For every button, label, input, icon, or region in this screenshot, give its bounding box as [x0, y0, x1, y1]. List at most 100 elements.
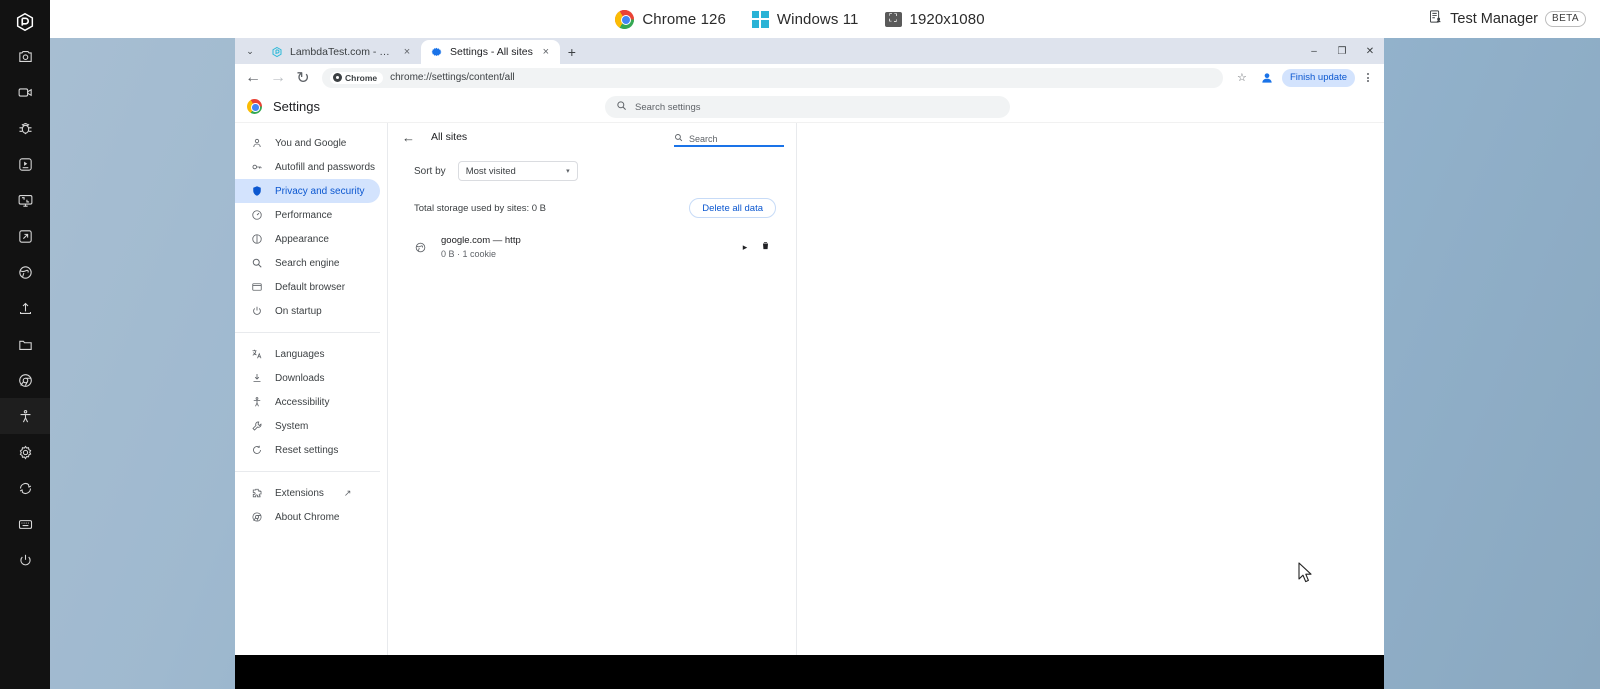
keyboard-icon[interactable] — [0, 506, 50, 542]
profile-avatar[interactable] — [1257, 68, 1277, 88]
env-resolution: 1920x1080 — [884, 11, 985, 28]
sidebar-item-privacy-and-security[interactable]: Privacy and security — [235, 179, 380, 203]
settings-search-placeholder: Search settings — [635, 101, 701, 113]
app-header: Chrome 126 Windows 11 1920x1080 Test Man… — [0, 0, 1600, 38]
site-search-input[interactable]: Search — [674, 133, 784, 147]
tab-lambdatest[interactable]: LambdaTest.com - Get Started × — [261, 40, 421, 64]
beta-badge: BETA — [1545, 10, 1586, 28]
translate-icon — [250, 348, 263, 360]
folder-icon[interactable] — [0, 326, 50, 362]
sidebar-item-default-browser[interactable]: Default browser — [235, 275, 380, 299]
power-icon[interactable] — [0, 542, 50, 578]
monitor-icon[interactable] — [0, 182, 50, 218]
globe-icon[interactable] — [0, 254, 50, 290]
sort-by-select[interactable]: Most visited ▾ — [457, 161, 578, 181]
delete-site-icon[interactable] — [754, 240, 776, 254]
window-controls: – ❐ ✕ — [1300, 38, 1384, 64]
palette-icon — [250, 233, 263, 245]
list-item[interactable]: google.com — http 0 B · 1 cookie ▸ — [388, 231, 796, 263]
accessibility-icon[interactable] — [0, 398, 50, 434]
screenshot-icon[interactable] — [0, 38, 50, 74]
settings-body: You and Google Autofill and passwords Pr… — [235, 123, 1384, 655]
tab-title: LambdaTest.com - Get Started — [290, 46, 394, 58]
sort-row: Sort by Most visited ▾ — [388, 151, 796, 181]
sidebar-item-label: About Chrome — [275, 511, 340, 523]
bug-icon[interactable] — [0, 110, 50, 146]
sidebar-item-accessibility[interactable]: Accessibility — [235, 390, 380, 414]
sidebar-item-reset-settings[interactable]: Reset settings — [235, 438, 380, 462]
sidebar-item-downloads[interactable]: Downloads — [235, 366, 380, 390]
chrome-chip-icon — [333, 73, 342, 82]
all-sites-title: All sites — [431, 131, 468, 143]
browser-window: ⌄ LambdaTest.com - Get Started × Setting… — [235, 38, 1384, 655]
sidebar-item-search-engine[interactable]: Search engine — [235, 251, 380, 275]
delete-all-data-button[interactable]: Delete all data — [689, 198, 776, 218]
finish-update-button[interactable]: Finish update — [1281, 68, 1355, 87]
video-record-icon[interactable] — [0, 74, 50, 110]
site-search-placeholder: Search — [689, 133, 718, 144]
close-icon[interactable]: × — [540, 46, 552, 58]
maximize-button[interactable]: ❐ — [1328, 38, 1356, 64]
sidebar-item-performance[interactable]: Performance — [235, 203, 380, 227]
sidebar-item-label: Downloads — [275, 372, 325, 384]
bookmark-star-icon[interactable]: ☆ — [1232, 68, 1252, 88]
sidebar-item-about-chrome[interactable]: About Chrome — [235, 505, 380, 529]
sidebar-item-extensions[interactable]: Extensions ↗ — [235, 481, 380, 505]
sidebar-item-on-startup[interactable]: On startup — [235, 299, 380, 323]
test-manager-entry[interactable]: Test Manager BETA — [1428, 0, 1586, 38]
site-detail: 0 B · 1 cookie — [441, 248, 497, 259]
external-link-icon[interactable] — [0, 218, 50, 254]
accessibility-icon — [250, 396, 263, 408]
search-icon — [616, 100, 627, 114]
browser-toolbar: ← → ↻ Chrome chrome://settings/content/a… — [235, 64, 1384, 91]
minimize-button[interactable]: – — [1300, 38, 1328, 64]
forward-icon[interactable]: → — [268, 68, 288, 88]
sidebar-item-label: Extensions — [275, 487, 324, 499]
chrome-browser-icon[interactable] — [0, 362, 50, 398]
tab-search-icon[interactable]: ⌄ — [239, 38, 261, 64]
sort-by-label: Sort by — [414, 165, 446, 177]
browser-menu-icon[interactable] — [1360, 73, 1376, 82]
back-arrow-icon[interactable]: ← — [402, 130, 418, 145]
address-bar[interactable]: Chrome chrome://settings/content/all — [322, 67, 1223, 88]
close-window-button[interactable]: ✕ — [1356, 38, 1384, 64]
sidebar-item-you-and-google[interactable]: You and Google — [235, 131, 380, 155]
puzzle-icon — [250, 487, 263, 499]
sidebar-item-appearance[interactable]: Appearance — [235, 227, 380, 251]
sidebar-item-autofill-and-passwords[interactable]: Autofill and passwords — [235, 155, 380, 179]
search-icon — [674, 133, 683, 144]
chrome-origin-chip: Chrome — [330, 71, 384, 84]
magnifier-icon — [250, 257, 263, 269]
chrome-circle-icon — [250, 511, 263, 523]
all-sites-header: ← All sites Search — [388, 123, 796, 151]
play-box-icon[interactable] — [0, 146, 50, 182]
storage-summary-row: Total storage used by sites: 0 B Delete … — [388, 181, 796, 218]
chrome-chip-label: Chrome — [345, 72, 378, 83]
new-tab-button[interactable]: + — [560, 40, 584, 64]
sidebar-item-system[interactable]: System — [235, 414, 380, 438]
close-icon[interactable]: × — [401, 46, 413, 58]
sidebar-item-label: Autofill and passwords — [275, 161, 376, 173]
shield-icon — [250, 185, 263, 197]
back-icon[interactable]: ← — [243, 68, 263, 88]
test-manager-label: Test Manager — [1450, 11, 1539, 27]
refresh-sync-icon[interactable] — [0, 470, 50, 506]
restore-icon — [250, 444, 263, 456]
upload-icon[interactable] — [0, 290, 50, 326]
site-name: google.com — http — [441, 234, 521, 246]
lambdatest-logo-icon[interactable] — [0, 6, 50, 38]
external-link-icon: ↗ — [343, 487, 352, 498]
expand-arrow-icon[interactable]: ▸ — [736, 242, 754, 253]
settings-sidebar: You and Google Autofill and passwords Pr… — [235, 123, 387, 655]
sidebar-item-label: Languages — [275, 348, 325, 360]
settings-gear-favicon — [431, 46, 443, 58]
reload-icon[interactable]: ↻ — [293, 68, 313, 88]
settings-search-box[interactable]: Search settings — [605, 96, 1010, 118]
sidebar-item-label: Reset settings — [275, 444, 339, 456]
env-chrome: Chrome 126 — [615, 9, 726, 29]
tab-settings[interactable]: Settings - All sites × — [421, 40, 560, 64]
desktop-black-bar — [235, 651, 1384, 689]
sidebar-item-languages[interactable]: Languages — [235, 342, 380, 366]
env-windows: Windows 11 — [751, 10, 859, 28]
settings-gear-icon[interactable] — [0, 434, 50, 470]
